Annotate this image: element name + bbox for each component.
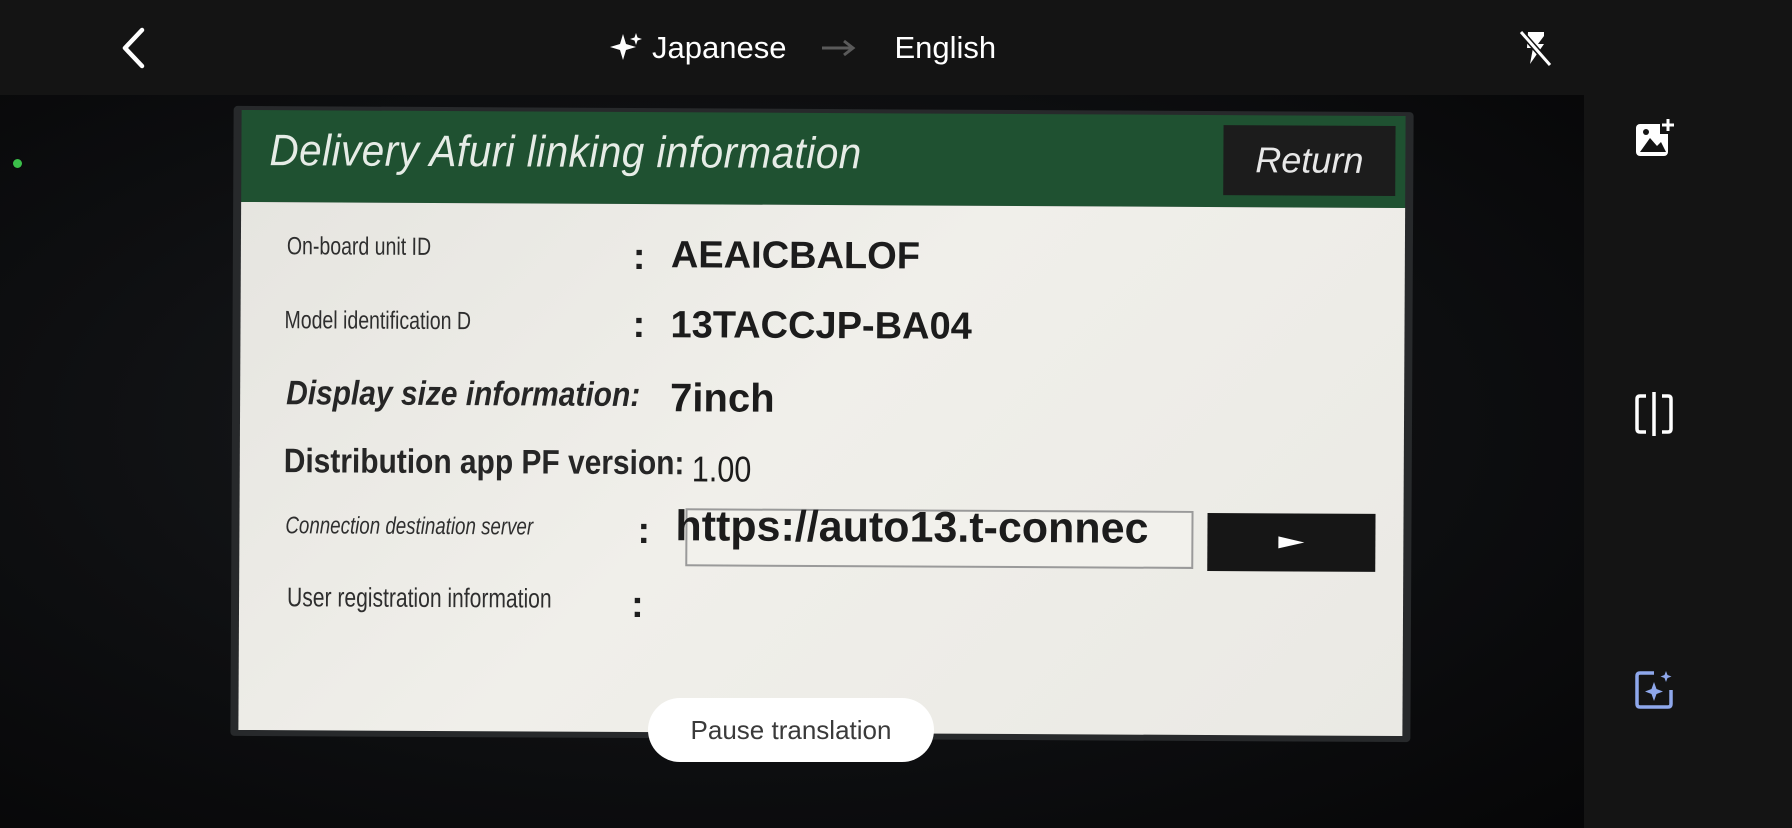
add-photo-button[interactable] — [1624, 108, 1684, 168]
arrow-right-icon — [820, 38, 856, 58]
ai-sparkle-icon — [1635, 671, 1673, 709]
row-label: On-board unit ID — [286, 232, 432, 261]
flash-toggle-button[interactable] — [1514, 26, 1556, 70]
play-icon — [1278, 536, 1305, 549]
split-view-icon — [1635, 392, 1673, 436]
info-row-app-version: Distribution app PF version: 1.00 — [240, 442, 1404, 489]
row-value: 13TACCJP-BA04 — [670, 304, 972, 348]
add-photo-icon — [1636, 118, 1676, 156]
screen-header: Delivery Afuri linking information Retur… — [241, 109, 1406, 209]
row-label: Display size information: — [286, 374, 641, 415]
row-colon: : — [630, 584, 644, 627]
pause-translation-button[interactable]: Pause translation — [648, 698, 934, 762]
target-language-button[interactable]: English — [894, 30, 996, 66]
row-value: AEAICBALOF — [670, 234, 921, 278]
row-label: Connection destination server — [285, 512, 534, 541]
info-row-model-id: Model identification D : 13TACCJP-BA04 — [241, 304, 1405, 348]
recording-indicator — [13, 159, 22, 168]
row-label: User registration information — [287, 582, 552, 614]
top-bar: Japanese English — [0, 0, 1584, 95]
screen-title: Delivery Afuri linking information — [269, 126, 862, 179]
chevron-left-icon — [122, 27, 145, 69]
info-row-display-size: Display size information: 7inch — [240, 374, 1404, 421]
info-row-onboard-id: On-board unit ID : AEAICBALOF — [241, 232, 1405, 278]
row-colon: : — [632, 304, 646, 347]
info-row-server: Connection destination server : https://… — [240, 502, 1404, 572]
sparkle-icon — [608, 30, 644, 66]
row-colon: : — [637, 510, 651, 553]
right-sidebar — [1584, 0, 1792, 828]
back-button[interactable] — [114, 26, 154, 70]
info-panel: On-board unit ID : AEAICBALOF Model iden… — [238, 201, 1406, 737]
source-language-button[interactable]: Japanese — [652, 30, 786, 66]
info-row-user-registration: User registration information : — [239, 582, 1403, 626]
server-url-value: https://auto13.t-connec — [675, 502, 1149, 553]
row-value: 1.00 — [691, 448, 752, 490]
row-value: 7inch — [670, 376, 775, 421]
connect-button[interactable] — [1207, 513, 1376, 572]
row-label: Distribution app PF version: — [283, 442, 685, 483]
split-view-button[interactable] — [1624, 384, 1684, 444]
language-selector: Japanese English — [608, 20, 996, 76]
flash-off-icon — [1518, 30, 1553, 67]
row-label: Model identification D — [284, 306, 472, 336]
row-colon: : — [632, 236, 646, 279]
ai-lens-button[interactable] — [1624, 660, 1684, 720]
return-button[interactable]: Return — [1223, 125, 1396, 196]
car-display-screen: Delivery Afuri linking information Retur… — [238, 109, 1406, 737]
